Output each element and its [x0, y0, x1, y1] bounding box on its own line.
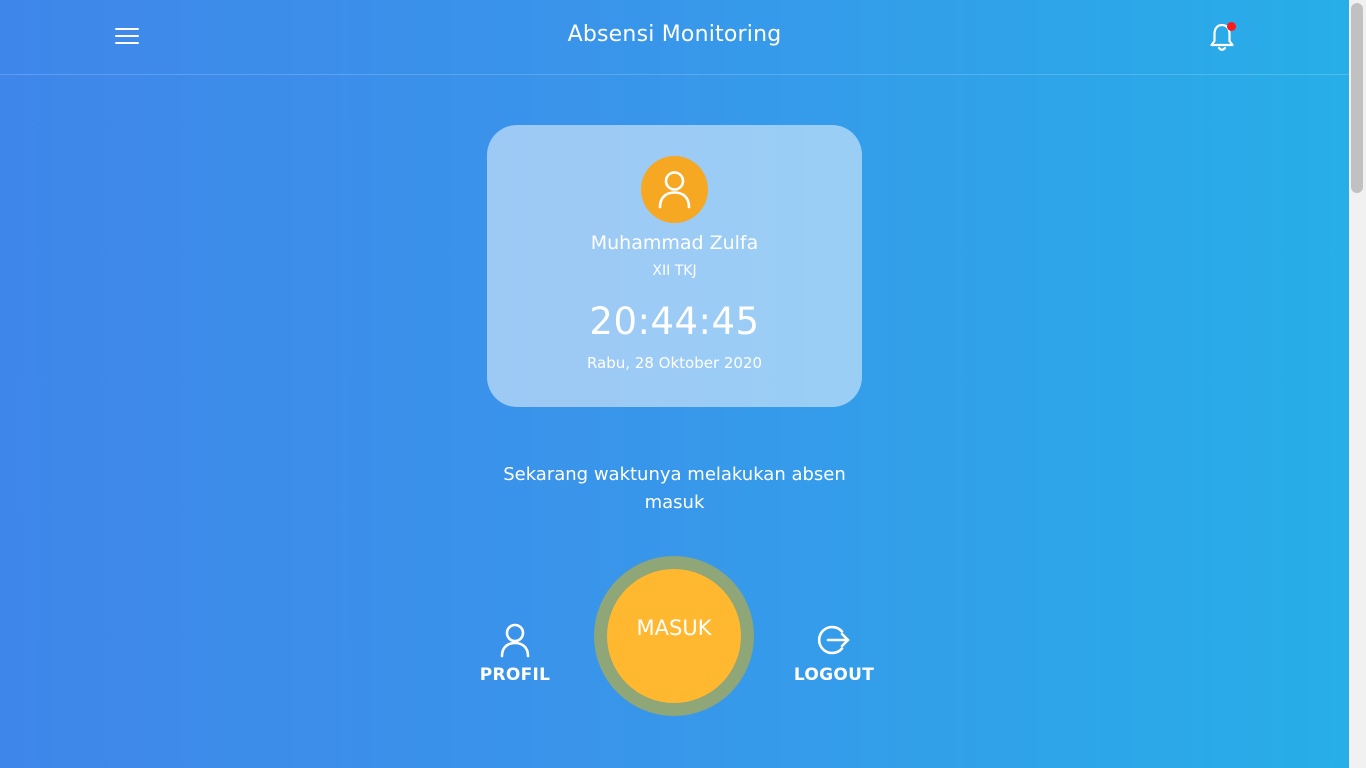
scrollbar-thumb[interactable]: [1351, 3, 1363, 193]
vertical-scrollbar[interactable]: [1349, 0, 1366, 768]
current-time: 20:44:45: [589, 300, 760, 343]
profil-label: PROFIL: [479, 665, 551, 685]
user-icon: [500, 623, 530, 658]
profile-card: Muhammad Zulfa XII TKJ 20:44:45 Rabu, 28…: [487, 125, 862, 407]
app-title: Absensi Monitoring: [567, 22, 782, 47]
avatar: [641, 156, 708, 223]
current-date: Rabu, 28 Oktober 2020: [586, 354, 763, 372]
masuk-button[interactable]: MASUK: [607, 569, 741, 703]
masuk-label: MASUK: [636, 616, 712, 640]
logout-label: LOGOUT: [793, 665, 875, 685]
profil-button[interactable]: PROFIL: [460, 622, 570, 685]
notification-bell[interactable]: [1206, 20, 1238, 54]
user-class: XII TKJ: [652, 263, 697, 279]
user-name: Muhammad Zulfa: [590, 232, 759, 254]
notification-dot: [1227, 22, 1236, 31]
user-icon: [658, 171, 691, 209]
logout-icon: [817, 625, 850, 655]
app-page: Absensi Monitoring Muhammad Zulfa XII TK…: [0, 0, 1349, 768]
masuk-button-ring[interactable]: MASUK: [594, 556, 754, 716]
attendance-message: Sekarang waktunya melakukan absen masuk: [503, 464, 846, 513]
top-navbar: Absensi Monitoring: [0, 0, 1349, 75]
logout-button[interactable]: LOGOUT: [779, 622, 889, 685]
